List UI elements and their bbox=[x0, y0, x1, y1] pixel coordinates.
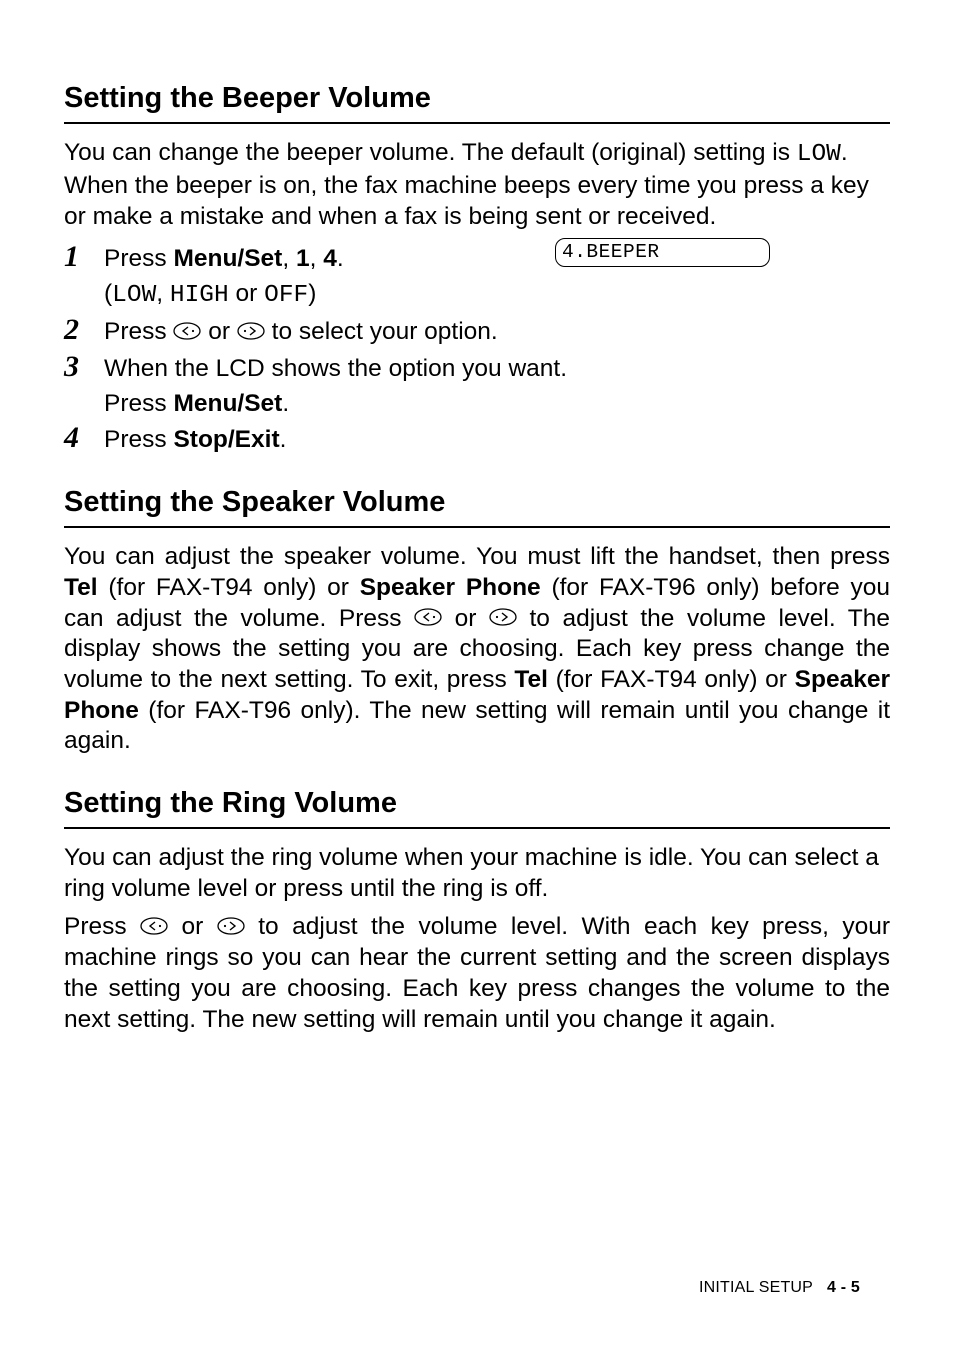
key-label: 1 bbox=[296, 245, 310, 272]
footer-chapter: INITIAL SETUP bbox=[699, 1279, 813, 1296]
section-speaker-volume: Setting the Speaker Volume You can adjus… bbox=[64, 484, 890, 757]
text: You can change the beeper volume. The de… bbox=[64, 139, 797, 166]
step-number: 4 bbox=[64, 421, 104, 456]
text: You can adjust the speaker volume. You m… bbox=[64, 543, 890, 570]
text: Press bbox=[104, 426, 173, 453]
text-mono: HIGH bbox=[170, 282, 229, 309]
text: . bbox=[337, 245, 344, 272]
text: Press bbox=[64, 913, 140, 940]
section-title: Setting the Speaker Volume bbox=[64, 484, 890, 528]
step-4: 4 Press Stop/Exit. bbox=[64, 421, 890, 456]
text: or bbox=[229, 280, 264, 307]
text: , bbox=[282, 245, 296, 272]
step-1: 1 Press Menu/Set, 1, 4. 4.BEEPER (LOW, H… bbox=[64, 240, 890, 311]
key-label: Speaker Phone bbox=[360, 574, 541, 601]
section-ring-volume: Setting the Ring Volume You can adjust t… bbox=[64, 785, 890, 1035]
footer-page-number: 4 - 5 bbox=[827, 1279, 860, 1296]
step-number: 3 bbox=[64, 350, 104, 385]
text: When the LCD shows the option you want. bbox=[104, 355, 567, 382]
text: , bbox=[310, 245, 324, 272]
step-text: Press Stop/Exit. bbox=[104, 421, 890, 456]
text: . bbox=[280, 426, 287, 453]
step-text: Press or to select your option. bbox=[104, 313, 890, 348]
text-mono: LOW bbox=[797, 141, 841, 168]
key-label: 4 bbox=[323, 245, 337, 272]
text: or bbox=[442, 605, 489, 632]
step-2: 2 Press or to select your option. bbox=[64, 313, 890, 348]
text-mono: OFF bbox=[264, 282, 308, 309]
text: Press bbox=[104, 390, 173, 417]
step-number: 2 bbox=[64, 313, 104, 348]
text: or bbox=[168, 913, 217, 940]
arrow-left-icon bbox=[173, 318, 201, 349]
lcd-display: 4.BEEPER bbox=[555, 238, 770, 266]
step-sub: Press Menu/Set. bbox=[104, 389, 890, 420]
text-mono: LOW bbox=[112, 282, 156, 309]
text: ( bbox=[104, 280, 112, 307]
step-text: When the LCD shows the option you want. … bbox=[104, 350, 890, 419]
text: . bbox=[282, 390, 289, 417]
text: , bbox=[156, 280, 170, 307]
key-label: Stop/Exit bbox=[173, 426, 279, 453]
intro-text: You can change the beeper volume. The de… bbox=[64, 138, 890, 232]
step-list: 1 Press Menu/Set, 1, 4. 4.BEEPER (LOW, H… bbox=[64, 240, 890, 456]
text: (for FAX-T94 only) or bbox=[98, 574, 360, 601]
step-3: 3 When the LCD shows the option you want… bbox=[64, 350, 890, 419]
arrow-right-icon bbox=[489, 604, 517, 635]
section-beeper-volume: Setting the Beeper Volume You can change… bbox=[64, 80, 890, 456]
step-text: Press Menu/Set, 1, 4. 4.BEEPER (LOW, HIG… bbox=[104, 240, 890, 311]
key-label: Tel bbox=[514, 666, 548, 693]
body-text: You can adjust the speaker volume. You m… bbox=[64, 542, 890, 757]
text: or bbox=[201, 318, 236, 345]
text: Press bbox=[104, 318, 173, 345]
text: to select your option. bbox=[265, 318, 498, 345]
arrow-left-icon bbox=[140, 913, 168, 944]
body-text: Press or to adjust the volume level. Wit… bbox=[64, 912, 890, 1035]
key-label: Tel bbox=[64, 574, 98, 601]
arrow-right-icon bbox=[237, 318, 265, 349]
key-label: Menu/Set bbox=[173, 390, 282, 417]
arrow-left-icon bbox=[414, 604, 442, 635]
section-title: Setting the Ring Volume bbox=[64, 785, 890, 829]
text: ) bbox=[308, 280, 316, 307]
body-text: You can adjust the ring volume when your… bbox=[64, 843, 890, 904]
arrow-right-icon bbox=[217, 913, 245, 944]
step-sub: (LOW, HIGH or OFF) bbox=[104, 279, 890, 312]
key-label: Menu/Set bbox=[173, 245, 282, 272]
text: (for FAX-T96 only). The new setting will… bbox=[64, 697, 890, 755]
step-number: 1 bbox=[64, 240, 104, 275]
text: (for FAX-T94 only) or bbox=[548, 666, 795, 693]
page-footer: INITIAL SETUP 4 - 5 bbox=[699, 1278, 860, 1298]
section-title: Setting the Beeper Volume bbox=[64, 80, 890, 124]
text: Press bbox=[104, 245, 173, 272]
